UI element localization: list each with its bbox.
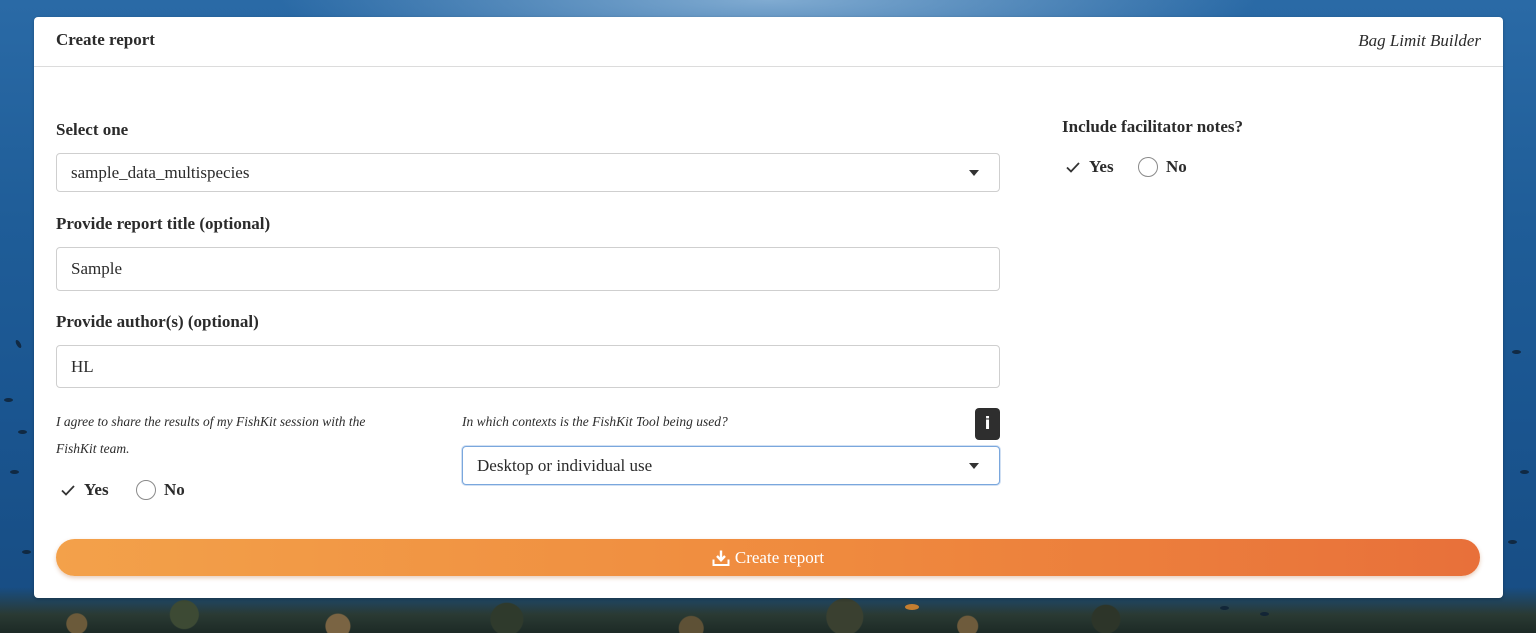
fish-decoration bbox=[4, 398, 13, 402]
fish-decoration bbox=[10, 470, 19, 474]
app-brand: Bag Limit Builder bbox=[1358, 31, 1481, 50]
context-select-value: Desktop or individual use bbox=[477, 455, 653, 475]
context-select[interactable]: Desktop or individual use bbox=[462, 446, 1000, 485]
facilitator-no-option[interactable]: No bbox=[1138, 157, 1187, 177]
chevron-down-icon bbox=[969, 462, 979, 469]
author-label: Provide author(s) (optional) bbox=[56, 312, 259, 331]
info-button[interactable]: i bbox=[975, 408, 1000, 440]
download-icon bbox=[712, 549, 730, 567]
share-no-option[interactable]: No bbox=[136, 480, 185, 500]
fish-decoration bbox=[1520, 470, 1529, 474]
dataset-select[interactable]: sample_data_multispecies bbox=[56, 153, 1000, 192]
fish-decoration bbox=[1508, 540, 1517, 544]
dataset-select-value: sample_data_multispecies bbox=[71, 162, 250, 182]
create-report-button[interactable]: Create report bbox=[56, 539, 1480, 576]
page-title: Create report bbox=[56, 30, 155, 49]
dataset-label: Select one bbox=[56, 120, 129, 139]
facilitator-yes-option[interactable]: Yes bbox=[1065, 157, 1114, 177]
create-report-label: Create report bbox=[734, 547, 825, 567]
fish-decoration bbox=[1512, 350, 1521, 354]
fish-decoration bbox=[1260, 612, 1269, 616]
share-agreement-line-1: I agree to share the results of my FishK… bbox=[56, 414, 366, 429]
radio-circle-icon bbox=[1138, 157, 1158, 177]
report-title-label: Provide report title (optional) bbox=[56, 214, 271, 233]
fish-decoration bbox=[18, 430, 27, 434]
facilitator-notes-label: Include facilitator notes? bbox=[1062, 117, 1244, 136]
context-label: In which contexts is the FishKit Tool be… bbox=[462, 414, 728, 429]
share-agreement-line-2: FishKit team. bbox=[56, 441, 130, 456]
fish-decoration bbox=[905, 604, 919, 610]
fish-decoration bbox=[1220, 606, 1229, 610]
card-header: Create report Bag Limit Builder bbox=[34, 17, 1503, 67]
checkmark-icon bbox=[60, 482, 76, 498]
share-yes-label: Yes bbox=[84, 480, 109, 499]
facilitator-no-label: No bbox=[1166, 157, 1187, 176]
report-title-input[interactable] bbox=[56, 247, 1000, 291]
facilitator-yes-label: Yes bbox=[1089, 157, 1114, 176]
checkmark-icon bbox=[1065, 159, 1081, 175]
share-agreement-label: I agree to share the results of my FishK… bbox=[56, 408, 365, 462]
author-input[interactable] bbox=[56, 345, 1000, 388]
chevron-down-icon bbox=[969, 169, 979, 176]
create-report-card: Create report Bag Limit Builder Select o… bbox=[34, 17, 1503, 598]
fish-decoration bbox=[22, 550, 31, 554]
radio-circle-icon bbox=[136, 480, 156, 500]
share-yes-option[interactable]: Yes bbox=[60, 480, 109, 500]
share-no-label: No bbox=[164, 480, 185, 499]
